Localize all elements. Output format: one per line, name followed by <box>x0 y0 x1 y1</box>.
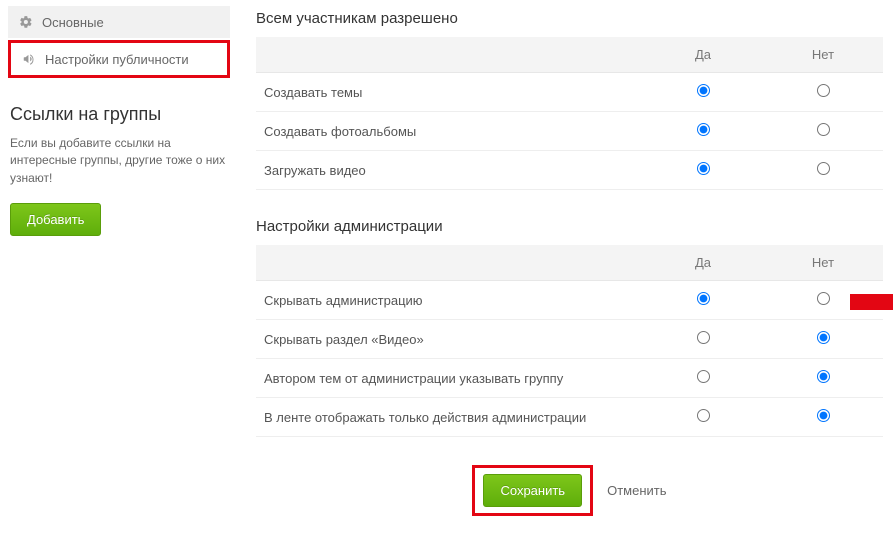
links-description: Если вы добавите ссылки на интересные гр… <box>10 135 228 187</box>
table-row: Скрывать администрацию <box>256 281 883 320</box>
radio-yes[interactable] <box>697 84 710 97</box>
radio-yes[interactable] <box>697 409 710 422</box>
radio-no[interactable] <box>817 370 830 383</box>
radio-yes[interactable] <box>697 292 710 305</box>
admin-section-title: Настройки администрации <box>256 218 883 235</box>
add-link-button[interactable]: Добавить <box>10 203 101 236</box>
radio-yes[interactable] <box>697 162 710 175</box>
option-label: Загружать видео <box>256 151 643 190</box>
option-yes-cell <box>643 73 763 112</box>
option-yes-cell <box>643 281 763 320</box>
links-heading: Ссылки на группы <box>10 104 228 125</box>
option-yes-cell <box>643 320 763 359</box>
radio-no[interactable] <box>817 123 830 136</box>
col-yes-header: Да <box>643 37 763 73</box>
option-no-cell <box>763 281 883 320</box>
cancel-link[interactable]: Отменить <box>607 483 666 498</box>
radio-no[interactable] <box>817 292 830 305</box>
megaphone-icon <box>21 51 37 67</box>
table-row: Скрывать раздел «Видео» <box>256 320 883 359</box>
table-row: В ленте отображать только действия админ… <box>256 398 883 437</box>
option-no-cell <box>763 359 883 398</box>
option-yes-cell <box>643 359 763 398</box>
option-label: В ленте отображать только действия админ… <box>256 398 643 437</box>
option-label: Создавать фотоальбомы <box>256 112 643 151</box>
option-yes-cell <box>643 398 763 437</box>
highlight-box-sidebar: Настройки публичности <box>8 40 230 78</box>
sidebar-item-label: Основные <box>42 15 104 30</box>
radio-no[interactable] <box>817 84 830 97</box>
table-row: Создавать фотоальбомы <box>256 112 883 151</box>
radio-no[interactable] <box>817 409 830 422</box>
admin-table: Да Нет Скрывать администрациюСкрывать ра… <box>256 245 883 437</box>
sidebar-item-publicity[interactable]: Настройки публичности <box>11 43 227 75</box>
col-label-header <box>256 37 643 73</box>
option-no-cell <box>763 398 883 437</box>
col-no-header: Нет <box>763 245 883 281</box>
option-label: Создавать темы <box>256 73 643 112</box>
permissions-section-title: Всем участникам разрешено <box>256 10 883 27</box>
gear-icon <box>18 14 34 30</box>
radio-no[interactable] <box>817 162 830 175</box>
radio-yes[interactable] <box>697 331 710 344</box>
option-no-cell <box>763 151 883 190</box>
option-yes-cell <box>643 112 763 151</box>
save-button[interactable]: Сохранить <box>483 474 582 507</box>
col-no-header: Нет <box>763 37 883 73</box>
option-label: Скрывать раздел «Видео» <box>256 320 643 359</box>
table-row: Автором тем от администрации указывать г… <box>256 359 883 398</box>
table-row: Загружать видео <box>256 151 883 190</box>
option-label: Скрывать администрацию <box>256 281 643 320</box>
col-yes-header: Да <box>643 245 763 281</box>
option-label: Автором тем от администрации указывать г… <box>256 359 643 398</box>
highlight-box-save: Сохранить <box>472 465 593 516</box>
option-no-cell <box>763 320 883 359</box>
table-row: Создавать темы <box>256 73 883 112</box>
sidebar-item-basic[interactable]: Основные <box>8 6 230 38</box>
col-label-header <box>256 245 643 281</box>
radio-yes[interactable] <box>697 370 710 383</box>
permissions-table: Да Нет Создавать темыСоздавать фотоальбо… <box>256 37 883 190</box>
sidebar-item-label: Настройки публичности <box>45 52 189 67</box>
option-no-cell <box>763 112 883 151</box>
option-yes-cell <box>643 151 763 190</box>
radio-yes[interactable] <box>697 123 710 136</box>
radio-no[interactable] <box>817 331 830 344</box>
option-no-cell <box>763 73 883 112</box>
